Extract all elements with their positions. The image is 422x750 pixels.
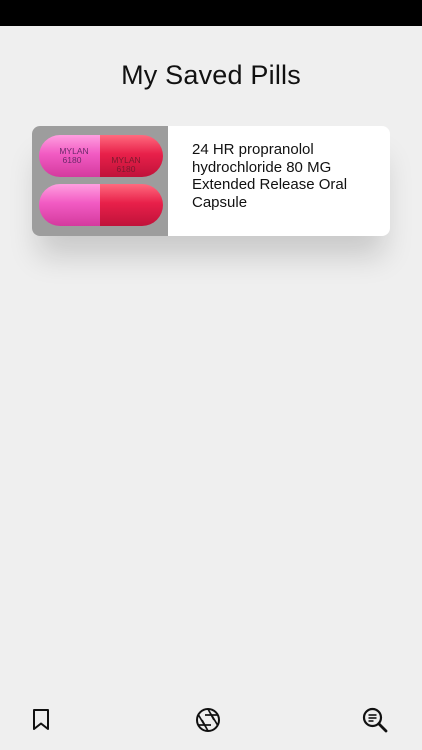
imprint-line2-right: 6180 [117,164,136,174]
camera-aperture-icon [196,708,220,732]
saved-pill-card[interactable]: MYLAN 6180 MYLAN 6180 24 HR propranolol … [32,126,390,236]
pill-image: MYLAN 6180 MYLAN 6180 [32,126,168,236]
status-bar [0,0,422,26]
capsule-bottom [39,184,163,226]
page-title: My Saved Pills [121,60,301,90]
bookmark-icon [33,709,49,730]
pill-name: 24 HR propranolol hydrochloride 80 MG Ex… [192,141,348,211]
search-list-icon [362,707,388,733]
tab-saved-pills[interactable] [27,706,55,734]
tab-identify-camera[interactable] [194,706,222,734]
tab-bar [0,688,422,750]
capsule-top: MYLAN 6180 MYLAN 6180 [39,135,163,177]
tab-search[interactable] [361,706,389,734]
imprint-line2: 6180 [63,155,82,165]
